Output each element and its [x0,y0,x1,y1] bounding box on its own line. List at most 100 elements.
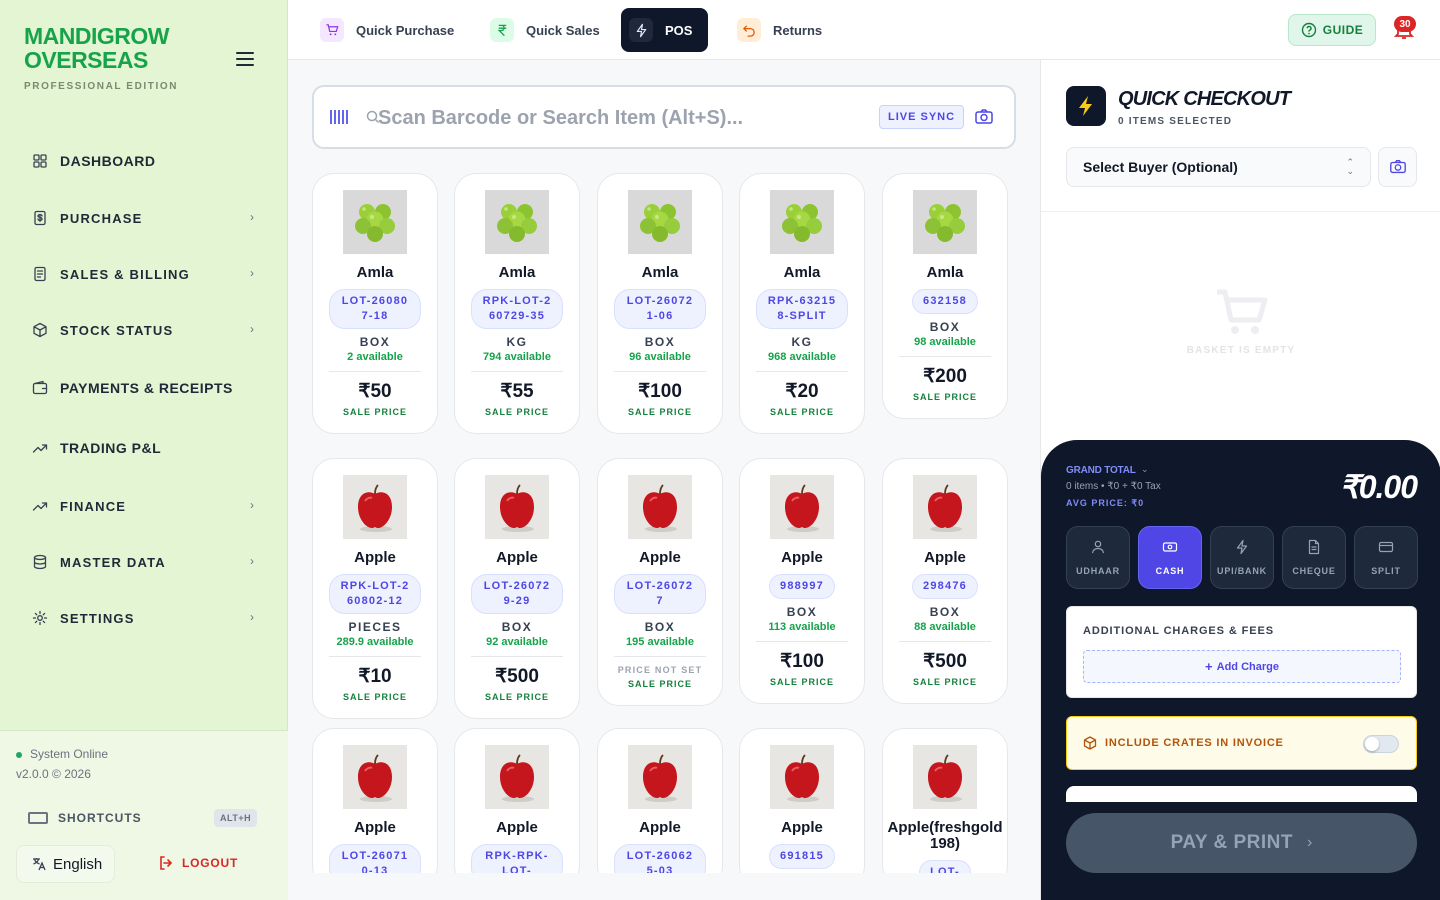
search-input[interactable] [378,101,858,135]
camera-scan-icon[interactable] [974,107,994,127]
logout-label: LOGOUT [182,856,239,870]
product-name: Apple [354,819,396,836]
sale-price: ₹100 [638,381,682,402]
include-crates-toggle[interactable] [1363,735,1399,753]
product-name: Apple [639,819,681,836]
product-card[interactable]: Apple(freshgold 198) LOT- [882,728,1008,873]
unit-label: BOX [644,620,676,634]
chevron-down-icon[interactable]: ⌄ [1141,464,1149,475]
package-icon [1083,736,1097,750]
product-card[interactable]: Amla LOT-260721-06 BOX 96 available ₹100 SALE… [597,173,723,434]
stock-available: 195 available [626,636,694,648]
lightning-icon [629,18,653,42]
product-card[interactable]: Amla RPK-632158-SPLIT KG 968 available ₹20 SA… [739,173,865,434]
stock-available: 968 available [768,351,836,363]
tab-quick-purchase[interactable]: Quick Purchase [312,8,470,52]
tab-pos[interactable]: POS [621,8,709,52]
sale-price: ₹55 [500,381,534,402]
brand-line-2: OVERSEAS [24,47,148,73]
sidebar-item-purchase[interactable]: PURCHASE › [16,198,272,238]
payment-mode-upi-bank[interactable]: UPI/BANK [1210,526,1274,589]
sale-price: ₹10 [358,666,392,687]
product-card[interactable]: Apple LOT-260625-03 [597,728,723,873]
brand-logo[interactable]: MANDIGROW OVERSEAS [24,24,169,72]
help-icon [1301,22,1316,38]
sale-price: ₹20 [785,381,819,402]
price-not-set: PRICE NOT SET [617,665,703,675]
product-card[interactable]: Apple RPK-LOT-260802-12 PIECES 289.9 availa… [312,458,438,719]
payment-mode-split[interactable]: SPLIT [1354,526,1418,589]
product-card[interactable]: Amla RPK-LOT-260729-35 KG 794 available ₹55 S… [454,173,580,434]
sidebar-item-master-data[interactable]: MASTER DATA › [16,542,272,582]
tab-quick-sales[interactable]: Quick Sales [482,8,616,52]
lot-badge: 691815 [769,844,835,869]
product-card[interactable]: Apple 298476 BOX 88 available ₹500 SALE PRICE [882,458,1008,704]
product-name: Apple [639,549,681,566]
top-bar: Quick Purchase Quick Sales POS Returns GUID… [288,0,1440,60]
buyer-camera-button[interactable] [1378,147,1417,187]
shortcuts-key-badge: ALT+H [214,809,258,827]
product-name: Amla [498,264,536,281]
lot-badge: LOT-260729-29 [471,574,563,614]
language-label: English [53,855,103,873]
lot-badge: RPK-LOT-260802-12 [329,574,421,614]
product-card[interactable]: Apple691815BOX [739,728,865,873]
amla-image [485,190,549,254]
product-card[interactable]: Apple LOT-260729-29 BOX 92 available ₹500 SAL… [454,458,580,719]
product-card[interactable]: Apple LOT-260727 BOX 195 available PRICE NOT… [597,458,723,706]
sale-price-label: SALE PRICE [912,392,977,402]
pay-print-button[interactable]: PAY & PRINT › [1066,813,1417,873]
barcode-icon[interactable] [330,110,348,124]
gear-icon [32,610,48,626]
amla-image [770,190,834,254]
apple-image [628,475,692,539]
guide-button[interactable]: GUIDE [1288,14,1376,46]
sale-price: ₹500 [495,666,539,687]
lot-badge: LOT-260710-13 [329,844,421,873]
lot-badge: LOT- [919,860,971,873]
include-crates-label: INCLUDE CRATES IN INVOICE [1105,737,1284,749]
sidebar-item-settings[interactable]: SETTINGS › [16,598,272,638]
sale-price: ₹500 [923,651,967,672]
keyboard-icon [28,812,48,824]
lot-badge: LOT-260807-18 [329,289,421,329]
user-icon [1090,539,1106,560]
sidebar-item-payments-receipts[interactable]: PAYMENTS & RECEIPTS [16,368,272,408]
sidebar-item-stock-status[interactable]: STOCK STATUS › [16,310,272,350]
product-card[interactable]: Apple 988997 BOX 113 available ₹100 SALE PRIC… [739,458,865,704]
tab-returns[interactable]: Returns [729,8,838,52]
payment-mode-cash[interactable]: CASH [1138,526,1202,589]
logout-button[interactable]: LOGOUT [158,855,238,871]
tab-label: Quick Purchase [356,22,455,38]
menu-toggle-icon[interactable] [236,52,254,68]
sidebar-item-trading-p-l[interactable]: TRADING P&L [16,428,272,468]
camera-icon [1389,160,1406,174]
include-crates-row: INCLUDE CRATES IN INVOICE [1066,716,1417,770]
sidebar-item-finance[interactable]: FINANCE › [16,486,272,526]
product-card[interactable]: Apple LOT-260710-13 [312,728,438,873]
product-name: Apple [354,549,396,566]
guide-label: GUIDE [1322,23,1364,37]
buyer-select[interactable]: Select Buyer (Optional) ⌃ ⌄ [1066,147,1371,187]
amla-image [628,190,692,254]
sidebar-item-sales-billing[interactable]: SALES & BILLING › [16,254,272,294]
chevron-right-icon: › [250,322,254,336]
divider [329,656,421,657]
sidebar-item-dashboard[interactable]: DASHBOARD [16,141,272,181]
language-button[interactable]: English [16,845,115,883]
sidebar-item-label: STOCK STATUS [60,322,174,338]
product-card[interactable]: Amla LOT-260807-18 BOX 2 available ₹50 SALE P… [312,173,438,434]
shortcuts-button[interactable]: SHORTCUTS [28,811,142,825]
product-card[interactable]: Apple RPK-RPK-LOT- [454,728,580,873]
product-card[interactable]: Amla 632158 BOX 98 available ₹200 SALE PRICE [882,173,1008,419]
apple-image [913,475,977,539]
payment-mode-udhaar[interactable]: UDHAAR [1066,526,1130,589]
divider [471,371,563,372]
unit-label: BOX [501,620,533,634]
amla-image [343,190,407,254]
add-charge-button[interactable]: + Add Charge [1083,650,1401,683]
payment-mode-label: CASH [1155,566,1185,576]
product-name: Apple(freshgold 198) [887,819,1003,852]
payment-mode-cheque[interactable]: CHEQUE [1282,526,1346,589]
divider [614,656,706,657]
